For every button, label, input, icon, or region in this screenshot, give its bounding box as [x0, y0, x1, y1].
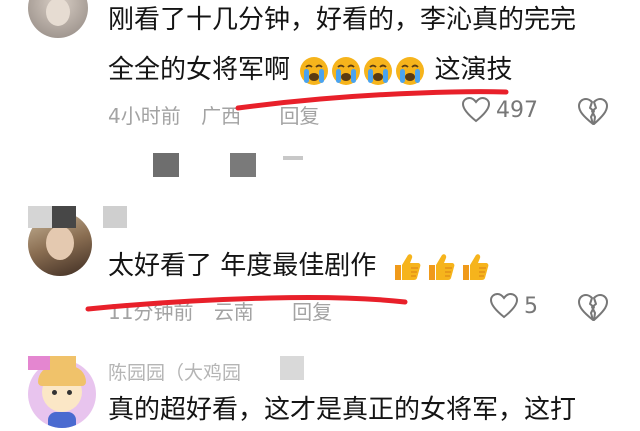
commenter-avatar-1[interactable] [28, 0, 88, 38]
comment-2-text-line: 太好看了 年度最佳剧作 [108, 246, 492, 286]
mosaic-block [283, 156, 303, 160]
comment-2-text: 太好看了 年度最佳剧作 [108, 251, 377, 281]
cry-emoji-group [290, 55, 435, 85]
comment-1-line-1: 刚看了十几分钟，好看的，李沁真的完完 [108, 5, 577, 35]
broken-heart-icon[interactable] [578, 294, 608, 322]
comment-2-time: 11分钟前 [108, 300, 194, 324]
comment-2-meta: 11分钟前 云南 回复 [108, 296, 346, 325]
mosaic-block [52, 206, 76, 228]
comment-1-line-2: 全全的女将军啊 这演技 [108, 50, 513, 90]
crying-face-icon [396, 56, 425, 85]
comment-1-like-count: 497 [496, 97, 538, 123]
crying-face-icon [364, 56, 393, 85]
comment-3-text: 真的超好看，这才是真正的女将军，这打 [108, 395, 577, 425]
comment-3-username[interactable]: 陈园园（大鸡园 [108, 358, 241, 385]
comment-2-reply-button[interactable]: 回复 [292, 300, 332, 324]
comment-1-line-2-prefix: 全全的女将军啊 [108, 55, 291, 85]
thumbs-up-icon [395, 253, 421, 280]
mosaic-block [103, 206, 127, 228]
mosaic-block [50, 356, 76, 370]
heart-outline-icon [490, 293, 518, 319]
crying-face-icon [300, 56, 329, 85]
mosaic-block [153, 153, 179, 177]
comment-2-like-count: 5 [524, 293, 538, 319]
mosaic-block [230, 153, 256, 177]
heart-outline-icon [462, 97, 490, 123]
commenter-avatar-3[interactable] [28, 360, 96, 428]
comment-1-line-2-suffix: 这演技 [434, 55, 513, 85]
comment-1-location: 广西 [201, 104, 242, 128]
mosaic-block [28, 356, 50, 370]
crying-face-icon [332, 56, 361, 85]
broken-heart-icon[interactable] [578, 98, 608, 126]
comment-2-location: 云南 [213, 300, 254, 324]
mosaic-block [280, 356, 304, 380]
comment-1-time: 4小时前 [108, 104, 181, 128]
comment-1-reply-button[interactable]: 回复 [279, 104, 319, 128]
comment-1-like-button[interactable]: 497 [462, 97, 538, 123]
comment-1-meta: 4小时前 广西 回复 [108, 100, 333, 129]
thumbs-up-icon [463, 253, 489, 280]
mosaic-block [28, 206, 52, 228]
thumbs-up-icon [429, 253, 455, 280]
comment-2-like-button[interactable]: 5 [490, 293, 538, 319]
